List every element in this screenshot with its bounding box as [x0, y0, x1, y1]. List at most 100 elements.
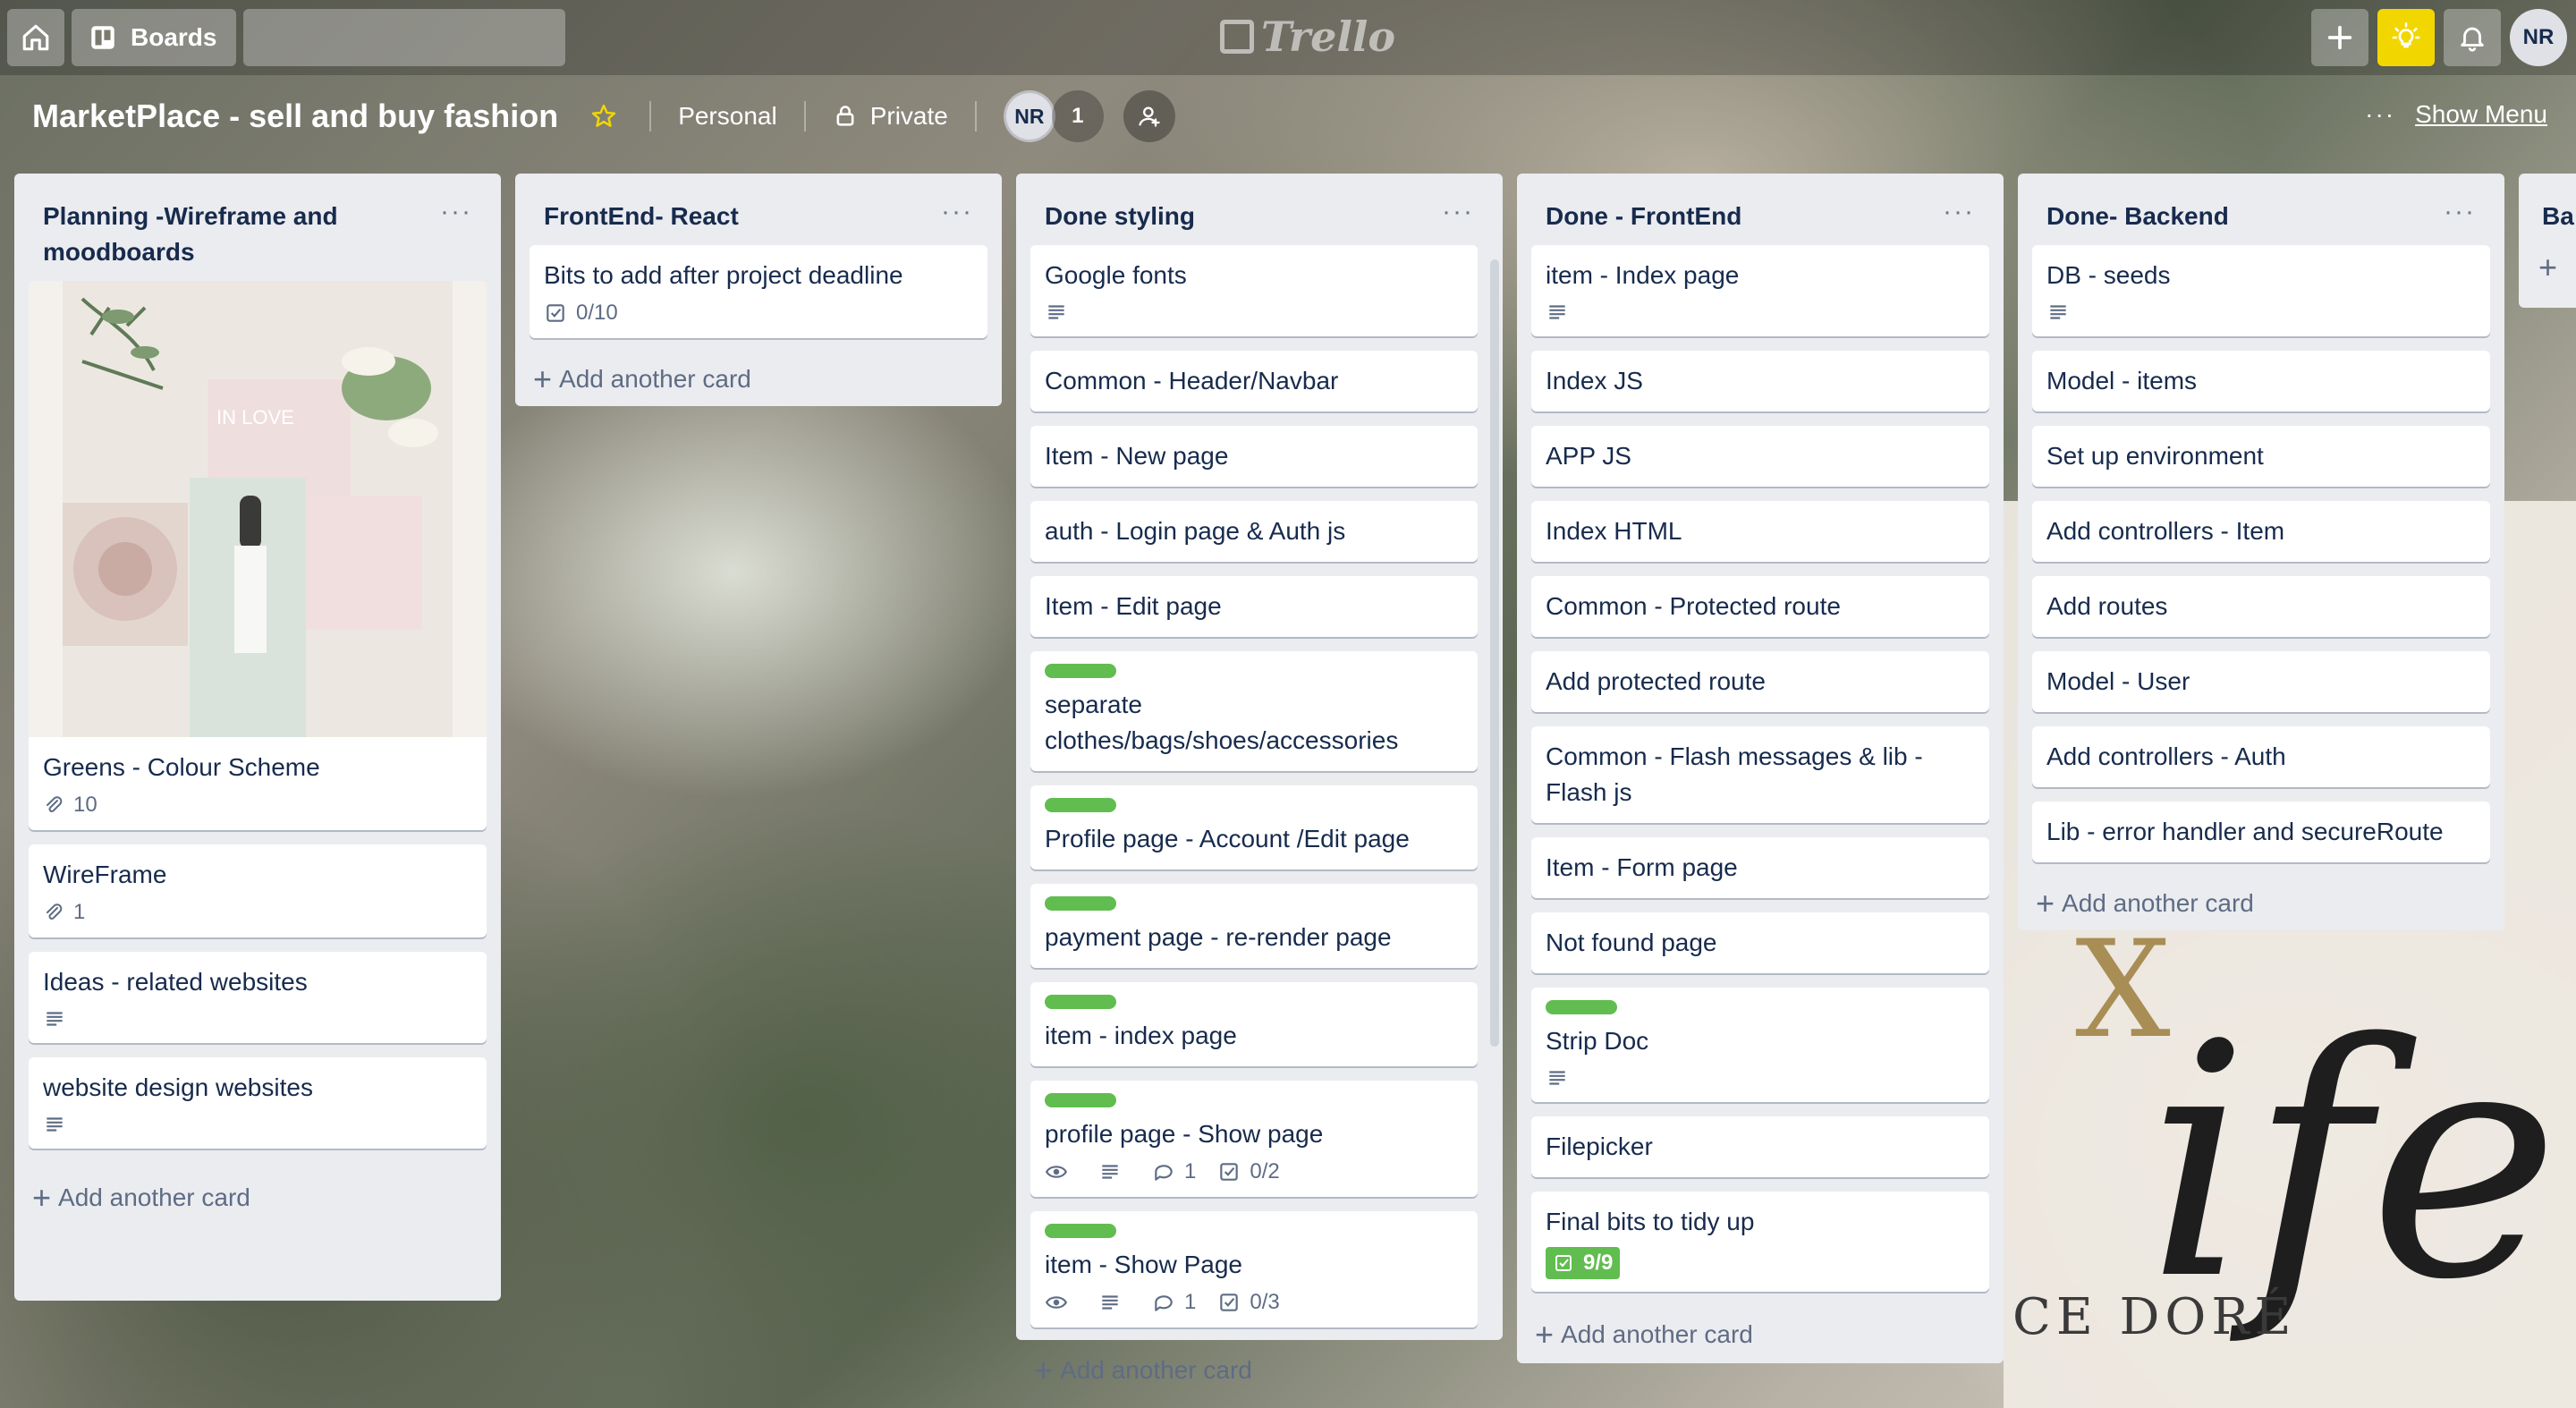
star-icon[interactable]	[590, 103, 617, 130]
green-label[interactable]	[1045, 896, 1116, 911]
card[interactable]: Not found page	[1531, 912, 1989, 973]
list-menu-icon[interactable]: ···	[941, 199, 973, 234]
card[interactable]: Set up environment	[2032, 426, 2490, 487]
card[interactable]: Final bits to tidy up 9/9	[1531, 1192, 1989, 1292]
card-title: auth - Login page & Auth js	[1045, 517, 1346, 545]
invite-button[interactable]	[1123, 90, 1175, 142]
card[interactable]: Lib - error handler and secureRoute	[2032, 802, 2490, 862]
card[interactable]: APP JS	[1531, 426, 1989, 487]
board-title[interactable]: MarketPlace - sell and buy fashion	[32, 98, 558, 135]
member-avatar[interactable]: NR	[1003, 90, 1055, 142]
background-word: ife	[2147, 975, 2560, 1350]
list-header[interactable]: FrontEnd- React ···	[530, 186, 987, 245]
list-menu-icon[interactable]: ···	[1442, 199, 1474, 234]
card[interactable]: Item - Form page	[1531, 837, 1989, 898]
card[interactable]: Google fonts	[1030, 245, 1478, 336]
description-icon	[2050, 305, 2066, 319]
create-button[interactable]	[2311, 9, 2368, 66]
card[interactable]: item - Show Page 1 0/3	[1030, 1211, 1478, 1327]
description-icon	[47, 1117, 63, 1132]
card[interactable]: Item - New page	[1030, 426, 1478, 487]
card[interactable]: Add routes	[2032, 576, 2490, 637]
list-title[interactable]: Done - FrontEnd	[1546, 199, 1741, 234]
card[interactable]: auth - Login page & Auth js	[1030, 501, 1478, 562]
privacy-button[interactable]: Private	[833, 102, 948, 131]
user-avatar[interactable]: NR	[2510, 9, 2567, 66]
add-card-button[interactable]: +	[2533, 245, 2562, 290]
list-menu-icon[interactable]: ···	[1943, 199, 1975, 234]
add-card-button[interactable]: + Add another card	[29, 1163, 487, 1233]
list-header[interactable]: Planning -Wireframe and moodboards ···	[29, 186, 487, 281]
tips-button[interactable]	[2377, 9, 2435, 66]
background-caption: CE DORÉ	[2012, 1288, 2297, 1346]
list-title[interactable]: Done styling	[1045, 199, 1195, 234]
add-card-button[interactable]: + Add another card	[1030, 1342, 1488, 1399]
show-menu-button[interactable]: ··· Show Menu	[2365, 100, 2547, 129]
card[interactable]: website design websites	[29, 1057, 487, 1149]
card[interactable]: Bits to add after project deadline 0/10	[530, 245, 987, 338]
card[interactable]: Ideas - related websites	[29, 952, 487, 1043]
card[interactable]: Profile page - Account /Edit page	[1030, 785, 1478, 869]
card[interactable]: Item - Edit page	[1030, 576, 1478, 637]
card[interactable]: Filepicker	[1531, 1116, 1989, 1177]
card[interactable]: Index JS	[1531, 351, 1989, 411]
card[interactable]: DB - seeds	[2032, 245, 2490, 336]
list-scrollbar[interactable]	[1490, 259, 1499, 1047]
card[interactable]: WireFrame 1	[29, 844, 487, 937]
card[interactable]: payment page - re-render page	[1030, 884, 1478, 968]
add-card-button[interactable]: + Add another card	[2032, 877, 2490, 930]
card-title: Lib - error handler and secureRoute	[2046, 818, 2444, 845]
green-label[interactable]	[1045, 995, 1116, 1009]
list-header[interactable]: Done styling ···	[1030, 186, 1488, 245]
list-title[interactable]: Ba	[2542, 199, 2574, 234]
list-header[interactable]: Done - FrontEnd ···	[1531, 186, 1989, 245]
card[interactable]: Add protected route	[1531, 651, 1989, 712]
list-planning: Planning -Wireframe and moodboards ··· I…	[14, 174, 501, 1301]
list-menu-icon[interactable]: ···	[2444, 199, 2476, 234]
card[interactable]: item - Index page	[1531, 245, 1989, 336]
card[interactable]: Common - Protected route	[1531, 576, 1989, 637]
add-card-button[interactable]: + Add another card	[1531, 1306, 1989, 1363]
card[interactable]: Model - User	[2032, 651, 2490, 712]
card[interactable]: profile page - Show page 1 0/2	[1030, 1081, 1478, 1197]
card[interactable]: item - index page	[1030, 982, 1478, 1066]
team-visibility-button[interactable]: Personal	[678, 102, 777, 131]
boards-button[interactable]: Boards	[72, 9, 237, 66]
card[interactable]: Common - Header/Navbar	[1030, 351, 1478, 411]
paperclip-icon	[47, 796, 63, 812]
card[interactable]: separate clothes/bags/shoes/accessories	[1030, 651, 1478, 771]
card[interactable]: Model - items	[2032, 351, 2490, 411]
home-button[interactable]	[7, 9, 64, 66]
list-title[interactable]: Done- Backend	[2046, 199, 2229, 234]
list-header[interactable]: Done- Backend ···	[2032, 186, 2490, 245]
green-label[interactable]	[1045, 798, 1116, 812]
trello-logo[interactable]: Trello	[1220, 13, 1395, 61]
boards-icon	[91, 26, 114, 49]
green-label[interactable]	[1546, 1000, 1617, 1014]
description-icon	[1549, 1071, 1565, 1085]
card-title: Common - Protected route	[1546, 592, 1841, 620]
card[interactable]: Add controllers - Auth	[2032, 726, 2490, 787]
member-count[interactable]: 1	[1051, 90, 1104, 142]
card[interactable]: Strip Doc	[1531, 988, 1989, 1102]
list-title[interactable]: Planning -Wireframe and moodboards	[43, 199, 401, 270]
list-title[interactable]: FrontEnd- React	[544, 199, 739, 234]
list-menu-icon[interactable]: ···	[440, 199, 472, 270]
card[interactable]: Index HTML	[1531, 501, 1989, 562]
add-card-button[interactable]: + Add another card	[530, 352, 987, 406]
green-label[interactable]	[1045, 664, 1116, 678]
description-icon	[1549, 305, 1565, 319]
green-label[interactable]	[1045, 1224, 1116, 1238]
search-input[interactable]	[239, 23, 554, 52]
card[interactable]: Common - Flash messages & lib - Flash js	[1531, 726, 1989, 823]
lightbulb-icon	[2392, 22, 2420, 48]
card-badges	[43, 1007, 472, 1031]
card-title: Item - New page	[1045, 442, 1229, 470]
card[interactable]: Add controllers - Item	[2032, 501, 2490, 562]
card[interactable]: IN LOVE Greens - Colour Scheme 10	[29, 281, 487, 830]
list-header[interactable]: Ba	[2533, 186, 2574, 245]
notifications-button[interactable]	[2444, 9, 2501, 66]
green-label[interactable]	[1045, 1093, 1116, 1107]
search-box[interactable]	[239, 9, 566, 66]
card-title: Item - Form page	[1546, 853, 1738, 881]
